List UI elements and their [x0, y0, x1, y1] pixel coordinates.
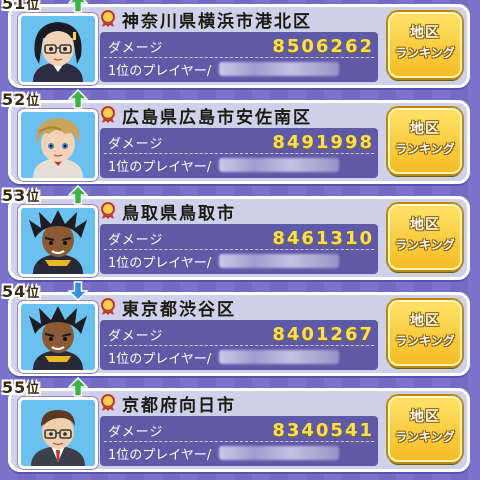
ranking-list: 51位 神奈川県横浜市港北区 ダメージ 8506262 1位のプレイヤー/ 地区…	[0, 0, 480, 480]
ranking-row: 51位 神奈川県横浜市港北区 ダメージ 8506262 1位のプレイヤー/ 地区…	[2, 0, 470, 88]
top-player-label: 1位のプレイヤー/	[108, 159, 212, 175]
button-line1: 地区	[410, 121, 440, 137]
region-ranking-button[interactable]: 地区 ランキング	[388, 300, 462, 366]
divider	[104, 57, 374, 58]
row-info: 京都府向日市 ダメージ 8340541 1位のプレイヤー/	[100, 392, 382, 466]
region-header: 鳥取県鳥取市	[100, 200, 380, 224]
ranking-row: 53位 鳥取県鳥取市 ダメージ 8461310 1位のプレイヤー/ 地区 ランキ…	[2, 185, 470, 280]
region-name: 京都府向日市	[122, 395, 236, 416]
damage-value: 8340541	[272, 419, 374, 441]
rank-number: 54	[2, 282, 27, 301]
rank-number: 52	[2, 90, 27, 109]
divider	[104, 441, 374, 442]
top-player-label: 1位のプレイヤー/	[108, 351, 212, 367]
trend-up-icon	[68, 89, 88, 109]
stats-panel: ダメージ 8461310 1位のプレイヤー/	[100, 224, 378, 274]
top-player-label: 1位のプレイヤー/	[108, 63, 212, 79]
medal-icon	[101, 106, 115, 123]
region-name: 東京都渋谷区	[122, 299, 236, 320]
ranking-row: 55位 京都府向日市 ダメージ 8340541 1位のプレイヤー/ 地区 ランキ…	[2, 377, 470, 472]
damage-label: ダメージ	[108, 40, 164, 56]
button-line2: ランキング	[395, 142, 455, 156]
damage-label: ダメージ	[108, 136, 164, 152]
region-ranking-button[interactable]: 地区 ランキング	[388, 12, 462, 78]
player-avatar	[18, 397, 98, 469]
blurred-player-name	[219, 254, 340, 268]
player-avatar	[18, 205, 98, 277]
trend-up-icon	[68, 0, 88, 13]
button-line1: 地区	[410, 217, 440, 233]
ranking-row: 54位 東京都渋谷区 ダメージ 8401267 1位のプレイヤー/ 地区 ランキ…	[2, 281, 470, 376]
rank-label: 54位	[2, 282, 40, 301]
rank-label: 52位	[2, 90, 40, 109]
damage-label: ダメージ	[108, 328, 164, 344]
medal-icon	[101, 394, 115, 411]
region-name: 神奈川県横浜市港北区	[122, 11, 312, 32]
rank-label: 53位	[2, 186, 40, 205]
damage-value: 8401267	[272, 323, 374, 345]
region-ranking-button[interactable]: 地区 ランキング	[388, 204, 462, 270]
region-name: 鳥取県鳥取市	[122, 203, 236, 224]
medal-icon	[101, 10, 115, 27]
rank-number: 51	[2, 0, 27, 13]
damage-value: 8506262	[272, 35, 374, 57]
rank-number: 55	[2, 378, 27, 397]
divider	[104, 153, 374, 154]
damage-label: ダメージ	[108, 232, 164, 248]
region-name: 広島県広島市安佐南区	[122, 107, 312, 128]
region-header: 広島県広島市安佐南区	[100, 104, 380, 128]
region-header: 東京都渋谷区	[100, 296, 380, 320]
rank-suffix: 位	[26, 0, 41, 13]
stats-panel: ダメージ 8491998 1位のプレイヤー/	[100, 128, 378, 178]
stats-panel: ダメージ 8506262 1位のプレイヤー/	[100, 32, 378, 82]
medal-icon	[101, 298, 115, 315]
damage-value: 8491998	[272, 131, 374, 153]
rank-suffix: 位	[26, 190, 41, 205]
button-line2: ランキング	[395, 430, 455, 444]
rank-label: 51位	[2, 0, 40, 13]
blurred-player-name	[219, 446, 340, 460]
row-info: 東京都渋谷区 ダメージ 8401267 1位のプレイヤー/	[100, 296, 382, 370]
blurred-player-name	[219, 158, 340, 172]
divider	[104, 345, 374, 346]
ranking-row: 52位 広島県広島市安佐南区 ダメージ 8491998 1位のプレイヤー/ 地区…	[2, 89, 470, 184]
row-info: 鳥取県鳥取市 ダメージ 8461310 1位のプレイヤー/	[100, 200, 382, 274]
region-header: 神奈川県横浜市港北区	[100, 8, 380, 32]
button-line2: ランキング	[395, 46, 455, 60]
medal-icon	[101, 202, 115, 219]
trend-up-icon	[68, 377, 88, 397]
player-avatar	[18, 109, 98, 181]
rank-suffix: 位	[26, 94, 41, 109]
damage-label: ダメージ	[108, 424, 164, 440]
top-player-label: 1位のプレイヤー/	[108, 447, 212, 463]
button-line1: 地区	[410, 25, 440, 41]
trend-up-icon	[68, 185, 88, 205]
rank-label: 55位	[2, 378, 40, 397]
stats-panel: ダメージ 8340541 1位のプレイヤー/	[100, 416, 378, 466]
top-player-label: 1位のプレイヤー/	[108, 255, 212, 271]
row-info: 広島県広島市安佐南区 ダメージ 8491998 1位のプレイヤー/	[100, 104, 382, 178]
divider	[104, 249, 374, 250]
blurred-player-name	[219, 350, 340, 364]
trend-down-icon	[68, 281, 88, 301]
stats-panel: ダメージ 8401267 1位のプレイヤー/	[100, 320, 378, 370]
region-ranking-button[interactable]: 地区 ランキング	[388, 396, 462, 462]
player-avatar	[18, 301, 98, 373]
damage-value: 8461310	[272, 227, 374, 249]
button-line1: 地区	[410, 409, 440, 425]
button-line1: 地区	[410, 313, 440, 329]
rank-suffix: 位	[26, 286, 41, 301]
row-info: 神奈川県横浜市港北区 ダメージ 8506262 1位のプレイヤー/	[100, 8, 382, 82]
button-line2: ランキング	[395, 334, 455, 348]
region-ranking-button[interactable]: 地区 ランキング	[388, 108, 462, 174]
player-avatar	[18, 13, 98, 85]
blurred-player-name	[219, 62, 340, 76]
button-line2: ランキング	[395, 238, 455, 252]
region-header: 京都府向日市	[100, 392, 380, 416]
rank-number: 53	[2, 186, 27, 205]
rank-suffix: 位	[26, 382, 41, 397]
